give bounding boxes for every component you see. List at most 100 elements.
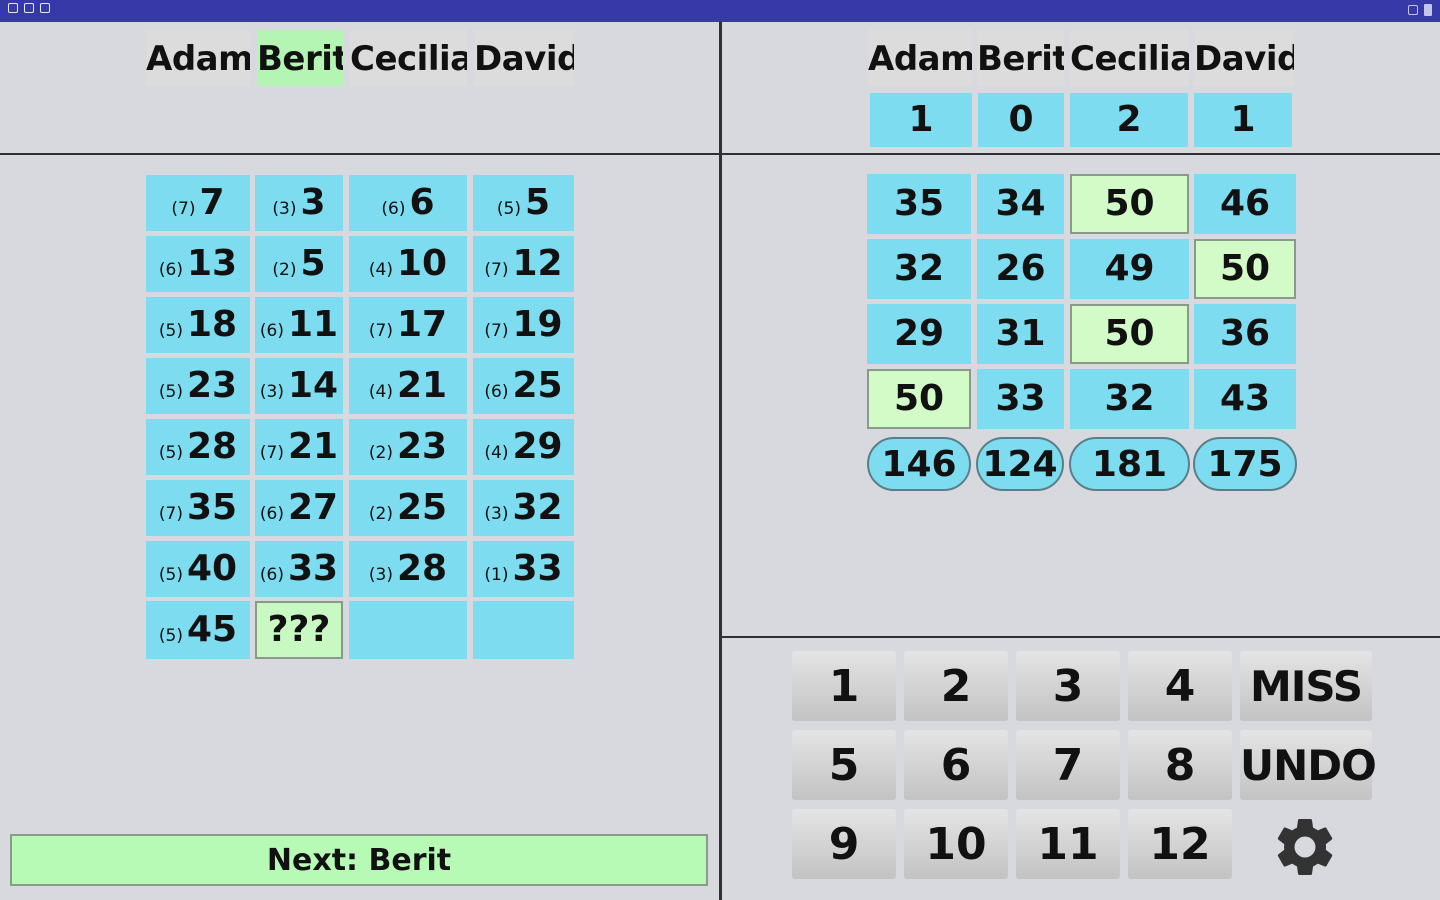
next-player-bar: Next: Berit	[10, 834, 708, 886]
dart-count: (2)	[368, 504, 393, 524]
key-6[interactable]: 6	[904, 730, 1008, 800]
legs-won-cecilia: 2	[1070, 93, 1188, 147]
cumulative-value: 18	[186, 304, 238, 345]
key-9[interactable]: 9	[792, 809, 896, 879]
cumulative-cell: (2) 23	[349, 419, 467, 475]
score-cell: 36	[1194, 304, 1296, 364]
key-12[interactable]: 12	[1128, 809, 1232, 879]
dart-count: (6)	[484, 382, 509, 402]
score-cell: 33	[977, 369, 1064, 429]
score-cell: 32	[1070, 369, 1189, 429]
dart-count: (6)	[259, 565, 284, 585]
key-8[interactable]: 8	[1128, 730, 1232, 800]
cumulative-cell: (2) 5	[255, 236, 343, 292]
cumulative-cell: (5) 28	[146, 419, 250, 475]
cumulative-cell: (7) 12	[473, 236, 574, 292]
cumulative-cell: (2) 25	[349, 480, 467, 536]
notification-icon	[8, 3, 18, 13]
key-7[interactable]: 7	[1016, 730, 1120, 800]
cumulative-cell: (7) 7	[146, 175, 250, 231]
score-cell: 35	[867, 174, 971, 234]
dart-count: (4)	[368, 260, 393, 280]
dart-count: (7)	[171, 199, 196, 219]
dart-count: (3)	[259, 382, 284, 402]
dart-count: (5)	[158, 626, 183, 646]
dart-count: (2)	[272, 260, 297, 280]
pending-score-cell: ???	[255, 601, 343, 659]
score-cell-hit: 50	[1070, 304, 1189, 364]
dart-count: (5)	[158, 321, 183, 341]
cumulative-value: 14	[287, 365, 339, 406]
cumulative-value: 25	[396, 487, 448, 528]
player-name-david: David	[474, 30, 574, 86]
cumulative-cell: (4) 29	[473, 419, 574, 475]
key-1[interactable]: 1	[792, 651, 896, 721]
cumulative-cell: (7) 35	[146, 480, 250, 536]
score-cell-hit: 50	[867, 369, 971, 429]
cumulative-value: 3	[300, 182, 326, 223]
dart-count: (5)	[158, 382, 183, 402]
cumulative-cell: (5) 45	[146, 601, 250, 659]
cumulative-cell: (5) 5	[473, 175, 574, 231]
cumulative-cell: (5) 40	[146, 541, 250, 597]
dart-count: (1)	[484, 565, 509, 585]
cumulative-value: 27	[287, 487, 339, 528]
score-player-name-david: David	[1194, 30, 1294, 86]
key-2[interactable]: 2	[904, 651, 1008, 721]
key-3[interactable]: 3	[1016, 651, 1120, 721]
cumulative-cell	[473, 601, 574, 659]
cumulative-value: 23	[396, 426, 448, 467]
cumulative-cell: (3) 3	[255, 175, 343, 231]
cumulative-cell	[349, 601, 467, 659]
dart-count: (6)	[259, 504, 284, 524]
signal-icon	[1408, 5, 1418, 15]
player-name-cecilia: Cecilia	[350, 30, 467, 86]
key-4[interactable]: 4	[1128, 651, 1232, 721]
cumulative-cell: (4) 21	[349, 358, 467, 414]
cumulative-value: 40	[186, 548, 238, 589]
score-cell-hit: 50	[1070, 174, 1189, 234]
cumulative-cell: (7) 19	[473, 297, 574, 353]
cumulative-cell: (7) 17	[349, 297, 467, 353]
cumulative-value: 45	[186, 609, 238, 650]
dart-count: (4)	[484, 443, 509, 463]
cumulative-value: 21	[287, 426, 339, 467]
cumulative-value: 11	[287, 304, 339, 345]
cumulative-cell: (5) 23	[146, 358, 250, 414]
cumulative-cell: (1) 33	[473, 541, 574, 597]
score-cell: 34	[977, 174, 1064, 234]
key-10[interactable]: 10	[904, 809, 1008, 879]
legs-won-berit: 0	[978, 93, 1064, 147]
settings-button[interactable]	[1270, 812, 1340, 882]
keypad-divider	[722, 636, 1440, 638]
dart-count: (7)	[484, 321, 509, 341]
cumulative-value: 10	[396, 243, 448, 284]
dart-count: (7)	[484, 260, 509, 280]
score-cell: 32	[867, 239, 971, 299]
key-11[interactable]: 11	[1016, 809, 1120, 879]
score-player-name-berit: Berit	[977, 30, 1064, 86]
header-divider-left	[0, 153, 719, 155]
notification-icon	[24, 3, 34, 13]
cumulative-cell: (4) 10	[349, 236, 467, 292]
miss-button[interactable]: MISS	[1240, 651, 1372, 721]
cumulative-cell: (3) 14	[255, 358, 343, 414]
undo-button[interactable]: UNDO	[1240, 730, 1377, 800]
cumulative-value: 25	[512, 365, 563, 406]
player-name-berit: Berit	[257, 30, 343, 86]
cumulative-value: 35	[186, 487, 238, 528]
total-berit: 124	[976, 437, 1064, 491]
total-david: 175	[1193, 437, 1297, 491]
cumulative-value: 21	[396, 365, 448, 406]
dart-count: (7)	[158, 504, 183, 524]
cumulative-value: 5	[300, 243, 326, 284]
dart-count: (7)	[259, 443, 284, 463]
key-5[interactable]: 5	[792, 730, 896, 800]
legs-won-david: 1	[1194, 93, 1292, 147]
cumulative-value: 19	[512, 304, 563, 345]
dart-count: (7)	[368, 321, 393, 341]
notification-icon	[40, 3, 50, 13]
score-cell: 43	[1194, 369, 1296, 429]
dart-count: (2)	[368, 443, 393, 463]
cumulative-value: 17	[396, 304, 448, 345]
